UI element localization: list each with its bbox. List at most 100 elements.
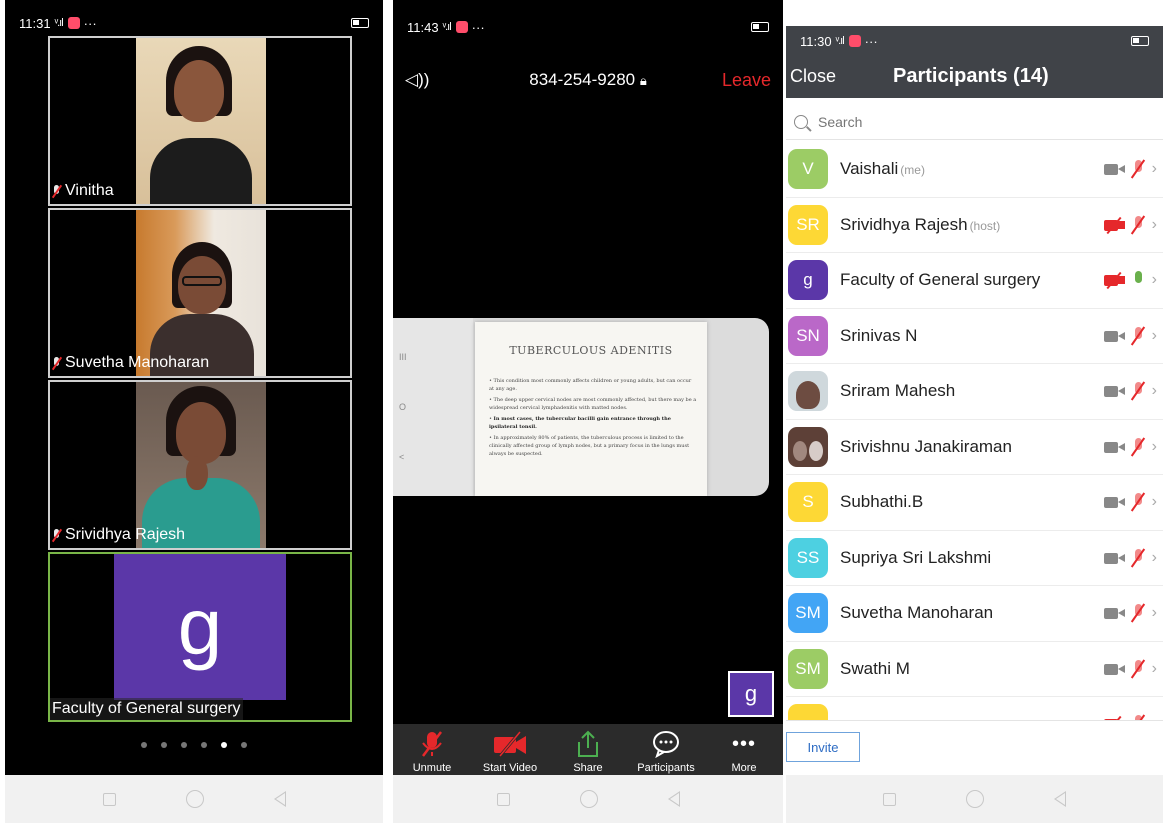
back-button-icon[interactable]	[1054, 791, 1066, 807]
participant-row[interactable]: V Vaishali (me) ›	[786, 142, 1163, 198]
participant-row[interactable]: S Subhathi.B ›	[786, 475, 1163, 531]
mic-muted-icon	[1130, 603, 1145, 623]
battery-icon	[751, 22, 769, 32]
participant-name-label: Faculty of General surgery	[50, 698, 243, 720]
recents-button-icon[interactable]	[102, 792, 116, 806]
android-nav-bar	[393, 775, 783, 823]
video-tile-suvetha[interactable]: Suvetha Manoharan	[48, 208, 352, 378]
participant-row[interactable]: SS Supriya Sri Lakshmi ›	[786, 531, 1163, 586]
participant-name-label: Vinitha	[52, 182, 114, 200]
participant-status-icons: ›	[1103, 437, 1157, 457]
participant-row[interactable]: Sriram Mahesh ›	[786, 364, 1163, 420]
back-button-icon[interactable]	[273, 791, 286, 807]
participant-name: Vaishali (me)	[840, 159, 925, 179]
recents-button-icon[interactable]	[496, 792, 510, 806]
meeting-id: 834-254-9280	[529, 70, 636, 89]
meeting-toolbar: Unmute Start Video Share Participants ••…	[393, 724, 783, 776]
video-icon	[1103, 162, 1126, 176]
avatar: SR	[788, 204, 828, 245]
video-tile-faculty-active-speaker[interactable]: g Faculty of General surgery	[48, 552, 352, 722]
chevron-right-icon: ›	[1151, 215, 1157, 233]
participant-row[interactable]: SM Swathi M ›	[786, 642, 1163, 697]
participant-row[interactable]: ›	[786, 697, 1163, 720]
invite-button[interactable]: Invite	[786, 732, 860, 762]
more-notifications-icon: ···	[471, 19, 485, 35]
lock-icon: 🔒︎	[639, 73, 647, 88]
chevron-right-icon: ›	[1151, 493, 1157, 511]
home-button-icon[interactable]	[185, 790, 204, 808]
video-tile-vinitha[interactable]: Vinitha	[48, 36, 352, 206]
close-button[interactable]: Close	[790, 66, 836, 87]
mic-muted-icon	[1130, 548, 1145, 568]
video-off-icon	[492, 729, 528, 759]
avatar: SM	[788, 648, 828, 689]
avatar: SS	[788, 537, 828, 578]
participant-row[interactable]: g Faculty of General surgery ›	[786, 253, 1163, 309]
participant-row[interactable]: SM Suvetha Manoharan ›	[786, 586, 1163, 642]
participant-status-icons: ›	[1103, 270, 1157, 290]
avatar: V	[788, 149, 828, 190]
chevron-right-icon: ›	[1151, 659, 1157, 677]
more-button[interactable]: ••• More	[705, 724, 783, 776]
status-bar: 11:31 ᵛ.ıl ···	[5, 10, 383, 36]
participant-name-text: Subhathi.B	[840, 492, 924, 512]
mic-muted-icon	[1130, 659, 1145, 679]
notification-icon	[455, 21, 468, 33]
self-video-thumbnail[interactable]: g	[728, 671, 774, 717]
participant-status-icons: ›	[1103, 492, 1157, 512]
participant-name: Faculty of General surgery	[840, 270, 1040, 290]
slide-title: TUBERCULOUS ADENITIS	[509, 344, 673, 357]
participant-row[interactable]: SN Srinivas N ›	[786, 309, 1163, 364]
page-indicator[interactable]	[5, 742, 383, 748]
back-button-icon[interactable]	[667, 791, 680, 807]
mic-muted-icon	[1130, 492, 1145, 512]
page-dot	[161, 742, 167, 748]
screen-share-view: 11:43 ᵛ.ıl ··· ◁)) 834-254-9280 🔒︎ Leave…	[393, 0, 783, 823]
search-input[interactable]	[818, 113, 999, 130]
mic-muted-icon	[1130, 159, 1145, 179]
participant-list[interactable]: V Vaishali (me) › SR Srividhya Rajesh (host) › g…	[786, 142, 1163, 720]
mic-muted-icon	[1130, 326, 1145, 346]
video-icon	[1103, 440, 1126, 454]
video-tile-srividhya[interactable]: Srividhya Rajesh	[48, 380, 352, 550]
participant-row[interactable]: Srivishnu Janakiraman ›	[786, 420, 1163, 475]
video-feed	[136, 210, 266, 376]
mic-muted-icon	[1130, 381, 1145, 401]
participant-row[interactable]: SR Srividhya Rajesh (host) ›	[786, 198, 1163, 253]
signal-icon: ᵛ.ıl	[442, 21, 452, 33]
notification-icon	[67, 17, 80, 29]
mic-muted-icon	[52, 356, 61, 370]
participant-role-tag: (me)	[900, 163, 925, 178]
chevron-right-icon: ›	[1151, 604, 1157, 622]
participant-status-icons: ›	[1103, 215, 1157, 235]
video-icon	[1103, 384, 1126, 398]
start-video-label: Start Video	[482, 762, 538, 774]
participant-status-icons: ›	[1103, 548, 1157, 568]
share-button[interactable]: Share	[549, 724, 627, 776]
share-icon	[575, 729, 601, 759]
participants-screen: 11:30 ᵛ.ıl ··· Close Participants (14) V…	[786, 0, 1163, 823]
home-button-icon[interactable]	[579, 790, 598, 808]
participants-button[interactable]: Participants	[627, 724, 705, 776]
chevron-right-icon: ›	[1151, 382, 1157, 400]
unmute-button[interactable]: Unmute	[393, 724, 471, 776]
participant-name-text: Sriram Mahesh	[840, 381, 956, 401]
status-time: 11:43	[407, 19, 439, 35]
participant-name: Srivishnu Janakiraman	[840, 437, 1012, 457]
shared-screen[interactable]: III O < TUBERCULOUS ADENITIS • This cond…	[393, 318, 769, 496]
shared-screen-sidebar: III O <	[393, 318, 473, 496]
search-bar[interactable]	[786, 104, 1163, 140]
chevron-right-icon: ›	[1151, 271, 1157, 289]
video-icon	[1103, 329, 1126, 343]
video-feed	[136, 382, 266, 548]
participant-name-label: Srividhya Rajesh	[52, 526, 185, 544]
recents-button-icon[interactable]	[883, 792, 896, 806]
slide-bullet: • This condition most commonly affects c…	[489, 378, 692, 392]
start-video-button[interactable]: Start Video	[471, 724, 549, 776]
participant-status-icons: ›	[1103, 159, 1157, 179]
page-dot-active	[221, 742, 227, 748]
home-button-icon[interactable]	[966, 790, 984, 808]
leave-button[interactable]: Leave	[722, 70, 771, 91]
avatar	[788, 704, 828, 720]
android-nav-bar	[786, 775, 1163, 823]
